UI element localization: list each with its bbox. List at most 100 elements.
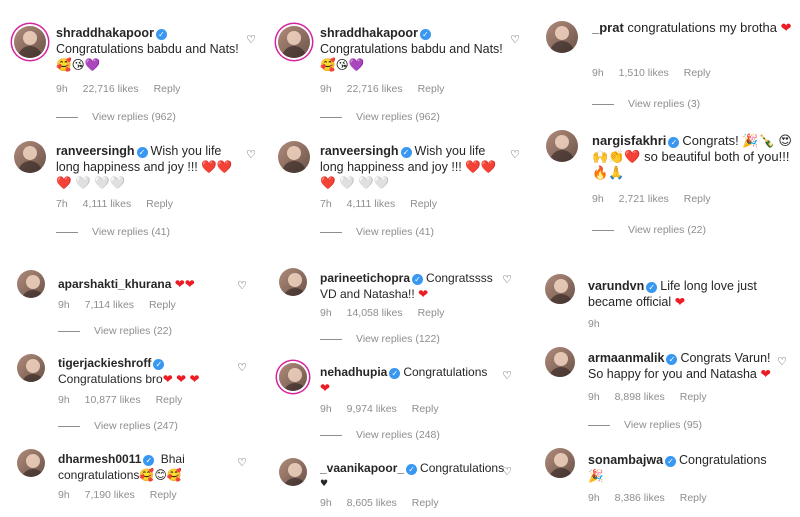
username[interactable]: dharmesh0011 — [58, 452, 141, 466]
like-heart-icon[interactable]: ♡ — [245, 149, 257, 161]
view-replies-button[interactable]: View replies (3) — [592, 98, 700, 110]
timestamp: 9h — [56, 83, 68, 95]
reply-button[interactable]: Reply — [412, 497, 439, 509]
heart-emoji: ❤ — [320, 381, 331, 395]
comment-body: shraddhakapoor ✓ Congratulations babdu an… — [320, 25, 505, 73]
like-heart-icon[interactable]: ♡ — [245, 34, 257, 46]
username[interactable]: aparshakti_khurana — [58, 277, 171, 291]
comment-text: Congratulations bro❤ ❤ ❤ — [58, 372, 200, 386]
reply-button[interactable]: Reply — [684, 67, 711, 79]
reply-button[interactable]: Reply — [156, 394, 183, 406]
like-heart-icon[interactable]: ♡ — [236, 280, 248, 292]
view-replies-button[interactable]: View replies (248) — [320, 429, 440, 441]
avatar[interactable] — [545, 448, 575, 478]
likes-count[interactable]: 8,898 likes — [615, 391, 665, 403]
view-replies-button[interactable]: View replies (41) — [56, 226, 170, 238]
avatar[interactable] — [279, 458, 307, 486]
likes-count[interactable]: 7,114 likes — [85, 299, 134, 311]
likes-count[interactable]: 7,190 likes — [85, 489, 135, 501]
comment-meta: 9h 7,190 likes Reply — [58, 489, 189, 501]
timestamp: 9h — [320, 83, 332, 95]
timestamp: 9h — [320, 307, 332, 319]
avatar[interactable] — [279, 268, 307, 296]
avatar[interactable] — [279, 363, 307, 391]
likes-count[interactable]: 2,721 likes — [619, 193, 669, 205]
replies-line — [320, 434, 342, 436]
username[interactable]: nehadhupia — [320, 365, 387, 379]
username[interactable]: armaanmalik — [588, 351, 664, 365]
likes-count[interactable]: 4,111 likes — [83, 198, 132, 210]
like-heart-icon[interactable]: ♡ — [776, 356, 788, 368]
avatar[interactable] — [545, 274, 575, 304]
likes-count[interactable]: 9,974 likes — [347, 403, 397, 415]
likes-count[interactable]: 22,716 likes — [347, 83, 403, 95]
username[interactable]: shraddhakapoor — [56, 26, 154, 40]
view-replies-button[interactable]: View replies (247) — [58, 420, 178, 432]
username[interactable]: varundvn — [588, 279, 644, 293]
view-replies-button[interactable]: View replies (962) — [56, 111, 176, 123]
username[interactable]: tigerjackieshroff — [58, 356, 151, 370]
heart-emoji: ❤ — [176, 372, 187, 386]
reply-button[interactable]: Reply — [150, 489, 177, 501]
like-heart-icon[interactable]: ♡ — [501, 466, 513, 478]
likes-count[interactable]: 22,716 likes — [83, 83, 139, 95]
comment-text: congratulations my brotha ❤ — [627, 20, 792, 36]
likes-count[interactable]: 1,510 likes — [619, 67, 669, 79]
reply-button[interactable]: Reply — [418, 307, 445, 319]
like-heart-icon[interactable]: ♡ — [236, 457, 248, 469]
like-heart-icon[interactable]: ♡ — [236, 362, 248, 374]
avatar[interactable] — [546, 21, 578, 53]
avatar[interactable] — [545, 347, 575, 377]
username[interactable]: parineetichopra — [320, 271, 410, 285]
timestamp: 9h — [320, 497, 332, 509]
reply-button[interactable]: Reply — [146, 198, 173, 210]
avatar[interactable] — [14, 141, 46, 173]
reply-button[interactable]: Reply — [680, 391, 707, 403]
black-heart-emoji: ♥ — [320, 479, 329, 489]
avatar[interactable] — [278, 141, 310, 173]
like-heart-icon[interactable]: ♡ — [501, 274, 513, 286]
avatar[interactable] — [17, 270, 45, 298]
username[interactable]: shraddhakapoor — [320, 26, 418, 40]
reply-button[interactable]: Reply — [149, 299, 176, 311]
like-heart-icon[interactable]: ♡ — [501, 370, 513, 382]
comment-meta: 9h 8,386 likes Reply — [588, 492, 719, 504]
username[interactable]: ranveersingh — [56, 144, 135, 158]
party-popper-emoji: 🎉 — [588, 468, 604, 483]
reply-button[interactable]: Reply — [680, 492, 707, 504]
comments-panel-6: varundvn ✓ Life long love just became offi… — [530, 258, 800, 517]
likes-count[interactable]: 14,058 likes — [347, 307, 403, 319]
like-heart-icon[interactable]: ♡ — [509, 34, 521, 46]
avatar[interactable] — [17, 354, 45, 382]
verified-badge-icon: ✓ — [646, 282, 658, 293]
reply-button[interactable]: Reply — [684, 193, 711, 205]
reply-button[interactable]: Reply — [418, 83, 445, 95]
view-replies-button[interactable]: View replies (962) — [320, 111, 440, 123]
like-heart-icon[interactable]: ♡ — [509, 149, 521, 161]
comments-panel-5: parineetichopra ✓ Congratssss VD and Natas… — [265, 258, 530, 517]
view-replies-button[interactable]: View replies (22) — [592, 224, 706, 236]
username[interactable]: _prat — [592, 20, 624, 35]
username[interactable]: ranveersingh — [320, 144, 399, 158]
avatar[interactable] — [546, 130, 578, 162]
username[interactable]: _vaanikapoor_ — [320, 461, 404, 475]
replies-line — [588, 424, 610, 426]
likes-count[interactable]: 8,386 likes — [615, 492, 665, 504]
view-replies-button[interactable]: View replies (22) — [58, 325, 172, 337]
avatar[interactable] — [14, 26, 46, 58]
comment-body: armaanmalik ✓ Congrats Varun! So happy for… — [588, 350, 778, 382]
reply-button[interactable]: Reply — [154, 83, 181, 95]
view-replies-button[interactable]: View replies (122) — [320, 333, 440, 345]
likes-count[interactable]: 10,877 likes — [85, 394, 141, 406]
view-replies-button[interactable]: View replies (41) — [320, 226, 434, 238]
reply-button[interactable]: Reply — [410, 198, 437, 210]
avatar[interactable] — [17, 449, 45, 477]
comment-body: ranveersingh ✓ Wish you life long happines… — [56, 143, 241, 191]
view-replies-button[interactable]: View replies (95) — [588, 419, 702, 431]
username[interactable]: sonambajwa — [588, 453, 663, 467]
avatar[interactable] — [278, 26, 310, 58]
username[interactable]: nargisfakhri — [592, 133, 666, 148]
likes-count[interactable]: 8,605 likes — [347, 497, 397, 509]
likes-count[interactable]: 4,111 likes — [347, 198, 396, 210]
reply-button[interactable]: Reply — [412, 403, 439, 415]
